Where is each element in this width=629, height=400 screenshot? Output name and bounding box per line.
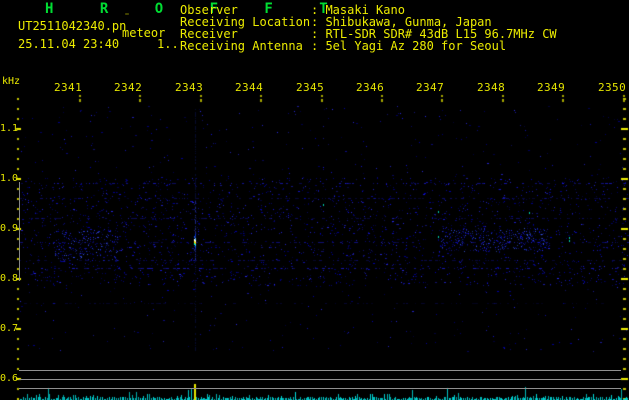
x-axis-tick-label: 2345 xyxy=(296,81,325,94)
signal-level-gridline xyxy=(19,370,621,371)
status-counter: 1.. xyxy=(157,37,179,51)
hrofft-screen: H R O F F T UT2511042340.pn ¨ meteor 25.… xyxy=(0,0,629,400)
y-axis-label: 0.8 xyxy=(0,273,19,284)
signal-level-gridline xyxy=(19,379,621,380)
capture-datetime: 25.11.04 23:40 xyxy=(18,37,120,51)
filename-overlap-artifact: ¨ xyxy=(124,13,131,24)
y-axis-label: 1.0 xyxy=(0,173,19,184)
x-axis-tick-label: 2349 xyxy=(537,81,566,94)
spectrogram-canvas xyxy=(0,0,629,400)
info-colon: : xyxy=(311,39,326,53)
info-label: Receiving Antenna xyxy=(180,39,303,53)
x-axis-tick-label: 2346 xyxy=(356,81,385,94)
signal-level-gridline xyxy=(19,388,621,389)
info-value: 5el Yagi Az 280 for Seoul xyxy=(325,39,507,53)
observation-info: Observer: Masaki Kano Receiving Location:… xyxy=(180,4,557,52)
x-axis-tick-label: 2350 xyxy=(598,81,627,94)
x-axis-tick-label: 2348 xyxy=(477,81,506,94)
y-axis-label: 0.9 xyxy=(0,223,19,234)
y-axis-label: 1.1 xyxy=(0,123,19,134)
x-axis-tick-label: 2342 xyxy=(114,81,143,94)
x-axis-tick-label: 2347 xyxy=(416,81,445,94)
frequency-band-marker xyxy=(19,182,20,281)
y-axis-label: 0.6 xyxy=(0,373,19,384)
x-axis-tick-label: 2344 xyxy=(235,81,264,94)
y-axis-unit: kHz xyxy=(2,76,21,87)
y-axis-label: 0.7 xyxy=(0,323,19,334)
info-row: Receiving Antenna: 5el Yagi Az 280 for S… xyxy=(180,40,557,52)
x-axis-tick-label: 2341 xyxy=(54,81,83,94)
capture-filename: UT2511042340.pn xyxy=(18,19,127,33)
x-axis-tick-label: 2343 xyxy=(175,81,204,94)
